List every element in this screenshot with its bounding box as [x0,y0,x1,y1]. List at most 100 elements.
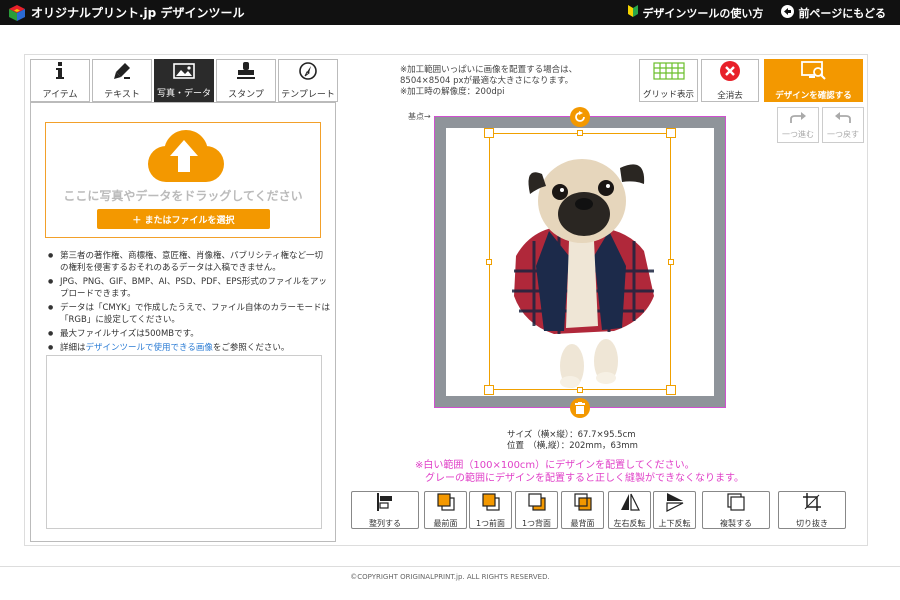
hint-line-2: 8504×8504 pxが最適な大きさになります。 [400,76,574,86]
flip-vertical-label: 上下反転 [658,518,691,528]
tool-tabs: アイテム テキスト 写真・データ スタンプ テンプレート [30,59,340,102]
bring-to-front-icon [436,492,456,516]
resize-handle-bottom[interactable] [577,387,583,393]
delete-button[interactable] [570,398,590,418]
tab-photo-data-label: 写真・データ [156,88,211,99]
hint-line-3: ※加工時の解像度：200dpi [400,87,505,97]
flip-horizontal-button[interactable]: 左右反転 [608,491,651,529]
size-info: サイズ（横×縦）：67.7×95.5cm 位置 （横,縦）：202mm，63mm [507,430,638,452]
upload-dropzone[interactable]: ここに写真やデータをドラッグしてください ＋ またはファイルを選択 [45,122,321,238]
note-rights: 第三者の著作権、商標権、意匠権、肖像権、パブリシティ権など一切の権利を侵害するお… [46,250,330,274]
origin-label: 基点→ [408,112,431,121]
crop-label: 切り抜き [796,518,828,528]
confirm-design-label: デザインを確認する [775,90,852,101]
confirm-design-button[interactable]: デザインを確認する [764,59,863,102]
bring-forward-icon [481,492,501,516]
top-bar: オリジナルプリント.jp デザインツール デザインツールの使い方 前ページにもど… [0,0,900,25]
resize-handle-left[interactable] [486,259,492,265]
tab-photo-data[interactable]: 写真・データ [154,59,214,102]
trash-icon [575,399,585,418]
send-backward-icon [527,492,547,516]
arrow-circle-icon [781,4,795,21]
resize-handle-top[interactable] [577,130,583,136]
tab-template[interactable]: テンプレート [278,59,338,102]
flip-horizontal-label: 左右反転 [613,518,646,528]
size-value: サイズ（横×縦）：67.7×95.5cm [507,430,636,440]
monitor-search-icon [800,60,828,85]
duplicate-icon [726,492,746,516]
usable-images-link[interactable]: デザインツールで使用できる画像 [86,343,213,353]
rotate-button[interactable] [570,107,590,127]
footer-copyright: ©COPYRIGHT ORIGINALPRINT.jp. ALL RIGHTS … [350,573,550,581]
tab-item-label: アイテム [42,89,78,100]
tab-stamp[interactable]: スタンプ [216,59,276,102]
back-link-label: 前ページにもどる [798,6,886,20]
resize-handle-top-right[interactable] [666,128,676,138]
footer-divider [0,566,900,567]
hint-line-1: ※加工範囲いっぱいに画像を配置する場合は、 [400,65,578,75]
send-to-back-icon [573,492,593,516]
send-backward-label: 1つ背面 [521,518,552,528]
image-icon [173,62,195,83]
upload-notes: 第三者の著作権、商標権、意匠権、肖像権、パブリシティ権など一切の権利を侵害するお… [46,250,330,356]
guide-link[interactable]: デザインツールの使い方 [628,5,763,21]
tab-template-label: テンプレート [281,89,335,100]
bring-to-front-button[interactable]: 最前面 [424,491,467,529]
resize-handle-bottom-left[interactable] [484,385,494,395]
flip-horizontal-icon [620,492,640,516]
flip-vertical-button[interactable]: 上下反転 [653,491,696,529]
note-formats: JPG、PNG、GIF、BMP、AI、PSD、PDF、EPS形式のファイルをアッ… [46,276,330,300]
note-details-suffix: をご参照ください。 [212,343,290,353]
uploaded-images-list[interactable] [46,355,322,529]
clear-all-button[interactable]: 全消去 [701,59,759,102]
tab-text-label: テキスト [104,89,140,100]
send-backward-button[interactable]: 1つ背面 [515,491,558,529]
undo-arrow-icon [833,110,853,129]
bring-forward-label: 1つ前面 [475,518,506,528]
undo-button[interactable]: 一つ戻す [822,107,864,143]
cloud-upload-icon [142,130,226,188]
beginner-mark-icon [628,5,639,20]
resize-handle-top-left[interactable] [484,128,494,138]
tab-stamp-label: スタンプ [228,89,264,100]
grid-button[interactable]: グリッド表示 [639,59,698,102]
logo-text: オリジナルプリント.jp デザインツール [31,6,245,20]
info-icon [52,61,68,84]
redo-label: 一つ進む [782,130,814,139]
drop-text: ここに写真やデータをドラッグしてください [63,189,303,203]
align-label: 整列する [369,518,401,528]
bring-forward-button[interactable]: 1つ前面 [469,491,512,529]
selection-box[interactable] [489,133,671,390]
resize-handle-bottom-right[interactable] [666,385,676,395]
resolution-hint: ※加工範囲いっぱいに画像を配置する場合は、 8504×8504 pxが最適な大き… [400,65,577,98]
logo[interactable]: オリジナルプリント.jp デザインツール [8,4,244,22]
align-icon [375,492,395,516]
duplicate-button[interactable]: 複製する [702,491,770,529]
redo-button[interactable]: 一つ進む [777,107,819,143]
align-button[interactable]: 整列する [351,491,419,529]
note-details: 詳細はデザインツールで使用できる画像をご参照ください。 [46,342,330,354]
tab-item[interactable]: アイテム [30,59,90,102]
grid-icon [652,61,685,84]
note-details-prefix: 詳細は [60,343,86,353]
send-to-back-label: 最背面 [570,518,595,528]
tab-text[interactable]: テキスト [92,59,152,102]
rotate-icon [574,108,586,127]
position-value: 位置 （横,縦）：202mm，63mm [507,441,638,451]
pen-icon [113,62,131,84]
redo-arrow-icon [788,110,808,129]
resize-handle-right[interactable] [668,259,674,265]
crop-icon [802,492,822,516]
grid-button-label: グリッド表示 [642,89,694,100]
crop-button[interactable]: 切り抜き [778,491,846,529]
undo-label: 一つ戻す [827,130,859,139]
select-file-button[interactable]: ＋ またはファイルを選択 [97,209,270,229]
clear-all-label: 全消去 [717,90,743,101]
warning-line-1: ※白い範囲（100×100cm）にデザインを配置してください。 [415,460,695,471]
warning-line-2: グレーの範囲にデザインを配置すると正しく縫製ができなくなります。 [425,473,744,484]
note-filesize: 最大ファイルサイズは500MBです。 [46,328,330,340]
bring-to-front-label: 最前面 [433,518,458,528]
stamp-icon [236,61,256,84]
back-link[interactable]: 前ページにもどる [781,4,886,21]
send-to-back-button[interactable]: 最背面 [561,491,604,529]
